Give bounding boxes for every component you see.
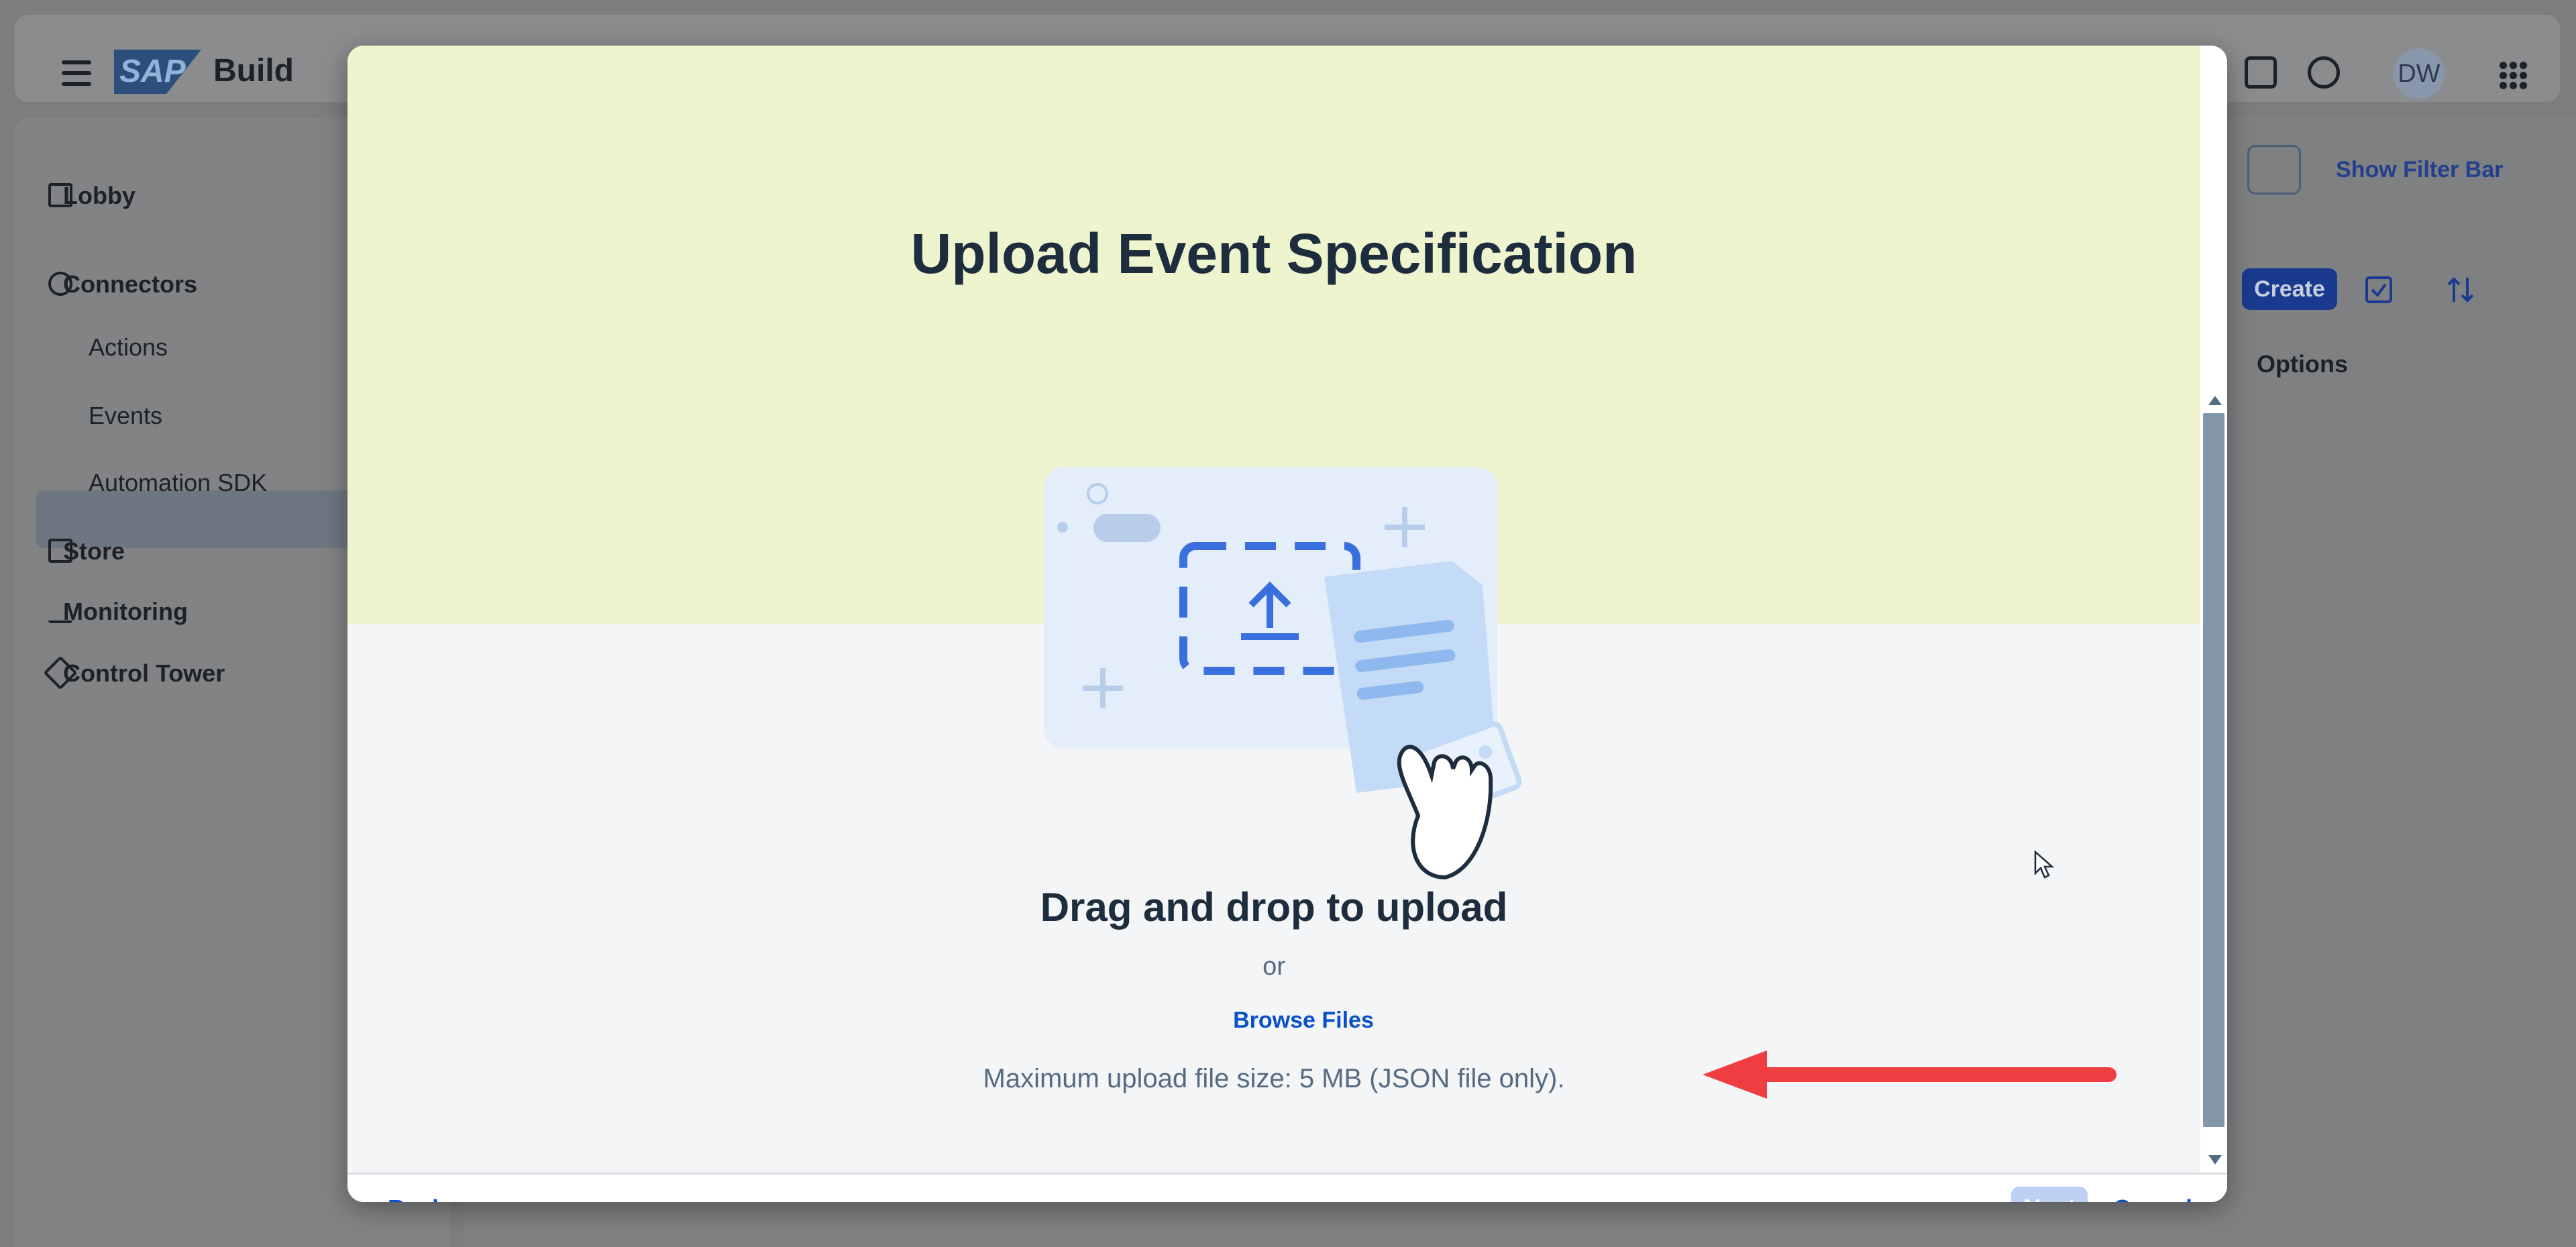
next-button[interactable]: Next bbox=[2011, 1187, 2088, 1202]
refresh-icon[interactable] bbox=[2247, 145, 2301, 195]
create-button[interactable]: Create bbox=[2242, 268, 2337, 310]
sidebar-item-monitoring[interactable]: Monitoring bbox=[63, 598, 188, 626]
sap-logo: SAP bbox=[114, 50, 201, 94]
upload-dialog: Upload Event Specification Drag and drop… bbox=[347, 46, 2227, 1202]
back-button[interactable]: Back bbox=[388, 1195, 445, 1202]
dialog-title: Upload Event Specification bbox=[910, 222, 1638, 285]
sort-icon[interactable] bbox=[2446, 275, 2475, 305]
mouse-cursor-icon bbox=[2034, 851, 2054, 879]
sidebar-item-automation-sdk[interactable]: Automation SDK bbox=[89, 469, 267, 497]
sidebar-item-connectors[interactable]: Connectors bbox=[63, 270, 197, 299]
scroll-up-icon[interactable] bbox=[2208, 396, 2222, 405]
column-header-options: Options bbox=[2257, 350, 2348, 378]
avatar[interactable]: DW bbox=[2394, 48, 2445, 99]
upload-illustration bbox=[1044, 467, 1522, 880]
drag-drop-heading: Drag and drop to upload bbox=[1040, 885, 1508, 930]
product-switcher-icon[interactable] bbox=[2498, 60, 2528, 90]
sidebar-item-lobby[interactable]: Lobby bbox=[63, 182, 136, 210]
help-icon[interactable] bbox=[2308, 56, 2340, 89]
menu-icon[interactable] bbox=[62, 60, 91, 93]
sidebar-item-events[interactable]: Events bbox=[89, 402, 162, 430]
or-separator: or bbox=[1263, 953, 1285, 981]
dialog-footer: Back Next Cancel bbox=[347, 1173, 2227, 1202]
annotation-arrow bbox=[1703, 1050, 2116, 1099]
show-filter-bar-button[interactable]: Show Filter Bar bbox=[2336, 157, 2503, 183]
scroll-down-icon[interactable] bbox=[2208, 1155, 2222, 1164]
import-icon[interactable] bbox=[2364, 275, 2394, 305]
sidebar-item-actions[interactable]: Actions bbox=[89, 333, 168, 362]
product-title: Build bbox=[213, 53, 294, 89]
sidebar-item-control-tower[interactable]: Control Tower bbox=[63, 659, 225, 688]
inbox-icon[interactable] bbox=[2245, 56, 2277, 89]
scrollbar-thumb[interactable] bbox=[2203, 413, 2224, 1127]
browse-files-link[interactable]: Browse Files bbox=[1206, 1008, 1401, 1034]
cancel-button[interactable]: Cancel bbox=[2113, 1195, 2192, 1202]
sidebar-item-store[interactable]: Store bbox=[63, 537, 125, 565]
dialog-scrollbar[interactable] bbox=[2200, 389, 2227, 1173]
